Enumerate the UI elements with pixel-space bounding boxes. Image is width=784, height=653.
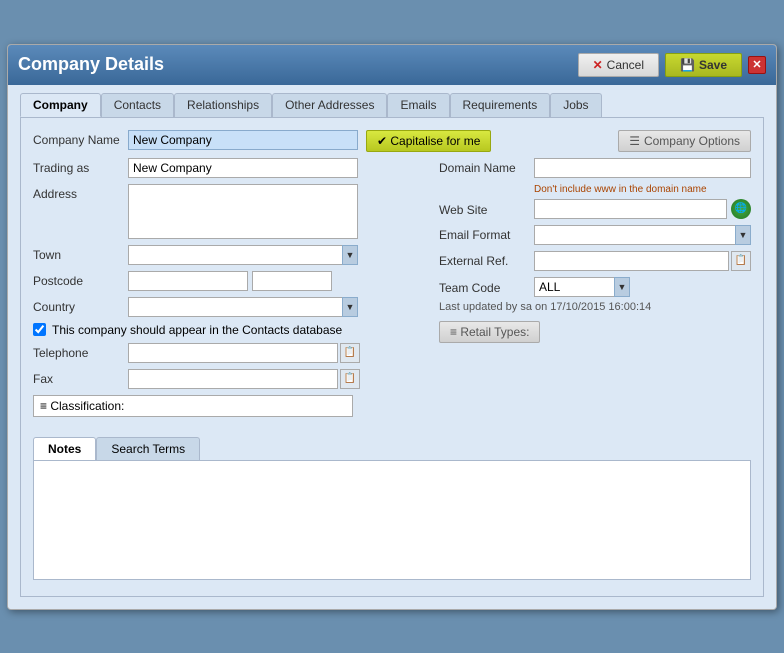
retail-types-label: ≡ Retail Types: [450, 325, 529, 339]
notes-textarea[interactable] [33, 460, 751, 580]
country-dropdown-arrow[interactable]: ▼ [342, 297, 358, 317]
town-dropdown-arrow[interactable]: ▼ [342, 245, 358, 265]
trading-as-row: Trading as [33, 158, 423, 178]
checkbox-label: This company should appear in the Contac… [52, 323, 342, 337]
team-code-arrow[interactable]: ▼ [614, 277, 630, 297]
tab-contacts[interactable]: Contacts [101, 93, 174, 117]
classification-button[interactable]: ≡ Classification: [33, 395, 353, 417]
tab-jobs[interactable]: Jobs [550, 93, 601, 117]
postcode-row: Postcode [33, 271, 423, 291]
tab-relationships[interactable]: Relationships [174, 93, 272, 117]
town-input-wrapper: ▼ [128, 245, 358, 265]
postcode-inputs [128, 271, 332, 291]
bottom-tabs: Notes Search Terms [33, 437, 751, 460]
cancel-button[interactable]: ✕ Cancel [578, 53, 659, 77]
company-name-row: Company Name ✔ Capitalise for me ☰ Compa… [33, 130, 751, 152]
cancel-label: Cancel [607, 58, 644, 72]
last-updated: Last updated by sa on 17/10/2015 16:00:1… [439, 301, 751, 313]
town-label: Town [33, 245, 128, 262]
left-column: Trading as Address Town ▼ [33, 158, 423, 429]
company-options-icon: ☰ [629, 134, 640, 148]
external-ref-label: External Ref. [439, 251, 534, 268]
retail-types-button[interactable]: ≡ Retail Types: [439, 321, 540, 343]
tab-emails[interactable]: Emails [387, 93, 449, 117]
main-form: Trading as Address Town ▼ [33, 158, 751, 429]
email-format-input[interactable] [534, 225, 735, 245]
trading-as-input[interactable] [128, 158, 358, 178]
company-name-input[interactable] [128, 130, 358, 150]
external-ref-row: External Ref. 📋 [439, 251, 751, 271]
cancel-icon: ✕ [593, 58, 603, 72]
town-row: Town ▼ [33, 245, 423, 265]
country-label: Country [33, 297, 128, 314]
fax-copy-icon[interactable]: 📋 [340, 369, 360, 389]
telephone-copy-icon[interactable]: 📋 [340, 343, 360, 363]
postcode-label: Postcode [33, 271, 128, 288]
country-input[interactable] [128, 297, 342, 317]
globe-icon[interactable]: 🌐 [731, 199, 751, 219]
domain-name-label: Domain Name [439, 158, 534, 175]
team-code-input[interactable] [534, 277, 614, 297]
retail-types-wrapper: ≡ Retail Types: [439, 321, 751, 343]
company-options-button[interactable]: ☰ Company Options [618, 130, 751, 152]
domain-name-row: Domain Name [439, 158, 751, 178]
trading-as-label: Trading as [33, 158, 128, 175]
company-options-label: Company Options [644, 134, 740, 148]
contacts-checkbox[interactable] [33, 323, 46, 336]
team-code-wrapper: ▼ [534, 277, 630, 297]
telephone-label: Telephone [33, 343, 128, 360]
content-area: Company Contacts Relationships Other Add… [8, 85, 776, 609]
website-row: Web Site 🌐 [439, 199, 751, 219]
address-input[interactable] [128, 184, 358, 239]
fax-row: Fax 📋 [33, 369, 423, 389]
tab-company[interactable]: Company [20, 93, 101, 117]
email-format-label: Email Format [439, 225, 534, 242]
tab-requirements[interactable]: Requirements [450, 93, 551, 117]
website-input[interactable] [534, 199, 727, 219]
tab-content-company: Company Name ✔ Capitalise for me ☰ Compa… [20, 117, 764, 597]
save-icon: 💾 [680, 58, 695, 72]
telephone-input[interactable] [128, 343, 338, 363]
address-label: Address [33, 184, 128, 201]
checkbox-row: This company should appear in the Contac… [33, 323, 423, 337]
tab-notes[interactable]: Notes [33, 437, 96, 460]
main-tabs: Company Contacts Relationships Other Add… [20, 93, 764, 117]
external-ref-input[interactable] [534, 251, 729, 271]
external-ref-copy-icon[interactable]: 📋 [731, 251, 751, 271]
domain-name-input[interactable] [534, 158, 751, 178]
country-row: Country ▼ [33, 297, 423, 317]
website-label: Web Site [439, 200, 534, 217]
domain-hint: Don't include www in the domain name [534, 184, 751, 195]
postcode-input1[interactable] [128, 271, 248, 291]
main-window: Company Details ✕ Cancel 💾 Save ✕ Compan… [7, 44, 777, 610]
save-button[interactable]: 💾 Save [665, 53, 742, 77]
team-code-row: Team Code ▼ [439, 277, 751, 297]
title-bar: Company Details ✕ Cancel 💾 Save ✕ [8, 45, 776, 85]
telephone-row: Telephone 📋 [33, 343, 423, 363]
fax-input[interactable] [128, 369, 338, 389]
team-code-label: Team Code [439, 278, 534, 295]
email-format-wrapper: ▼ [534, 225, 751, 245]
email-format-arrow[interactable]: ▼ [735, 225, 751, 245]
capitalise-label: ✔ Capitalise for me [377, 134, 480, 148]
close-button[interactable]: ✕ [748, 56, 766, 74]
email-format-row: Email Format ▼ [439, 225, 751, 245]
capitalise-button[interactable]: ✔ Capitalise for me [366, 130, 491, 152]
header-buttons: ✕ Cancel 💾 Save ✕ [578, 53, 766, 77]
right-column: Domain Name Don't include www in the dom… [439, 158, 751, 429]
save-label: Save [699, 58, 727, 72]
address-row: Address [33, 184, 423, 239]
classification-row: ≡ Classification: [33, 395, 423, 423]
window-title: Company Details [18, 54, 164, 75]
country-input-wrapper: ▼ [128, 297, 358, 317]
postcode-input2[interactable] [252, 271, 332, 291]
fax-label: Fax [33, 369, 128, 386]
tab-other-addresses[interactable]: Other Addresses [272, 93, 387, 117]
company-name-label: Company Name [33, 130, 128, 147]
classification-label: ≡ Classification: [40, 399, 124, 413]
town-input[interactable] [128, 245, 342, 265]
tab-search-terms[interactable]: Search Terms [96, 437, 200, 460]
